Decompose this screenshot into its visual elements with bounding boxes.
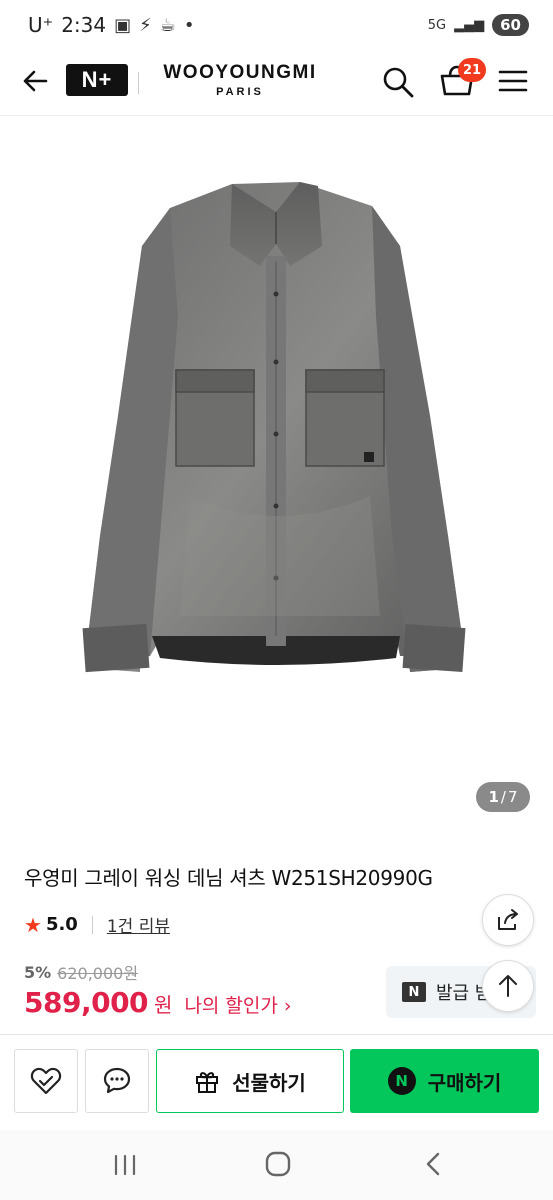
gift-icon	[196, 1072, 219, 1093]
star-icon: ★	[24, 912, 42, 937]
sale-price: 589,000	[24, 986, 149, 1019]
currency-label: 원	[154, 993, 173, 1017]
image-counter-current: 1	[488, 788, 499, 806]
header-divider	[138, 72, 139, 94]
talk-button[interactable]	[85, 1049, 149, 1113]
hamburger-menu-icon	[498, 70, 528, 92]
menu-button[interactable]	[496, 66, 530, 96]
flash-icon: ⚡	[139, 14, 152, 36]
buy-label: 구매하기	[427, 1070, 502, 1095]
share-icon	[498, 909, 518, 930]
signal-icon: ▂▄▆	[454, 17, 485, 33]
image-counter: 1 / 7	[476, 782, 530, 812]
product-image-gallery[interactable]	[0, 116, 553, 836]
clock: 2:34	[61, 13, 107, 37]
back-button[interactable]	[18, 64, 52, 98]
gift-label: 선물하기	[232, 1070, 306, 1095]
discount-row: 5% 620,000원	[24, 960, 138, 984]
image-counter-separator: /	[500, 788, 506, 806]
gift-button[interactable]: 선물하기	[156, 1049, 344, 1113]
heart-check-icon	[30, 1067, 62, 1095]
purchase-action-bar: 선물하기 N 구매하기	[0, 1034, 553, 1130]
original-price: 620,000원	[57, 964, 139, 983]
brand-sub: PARIS	[216, 86, 264, 98]
status-right: 5G ▂▄▆ 60	[428, 14, 529, 36]
nplus-logo[interactable]: N+	[66, 64, 128, 96]
buy-button[interactable]: N 구매하기	[350, 1049, 539, 1113]
system-back-icon	[426, 1152, 440, 1176]
share-button[interactable]	[482, 894, 534, 946]
coupon-n-badge: N	[402, 982, 426, 1002]
recent-apps-button[interactable]	[112, 1152, 138, 1178]
home-button[interactable]	[264, 1150, 292, 1178]
scroll-top-button[interactable]	[482, 960, 534, 1012]
discount-rate: 5%	[24, 962, 52, 982]
brand-logo[interactable]: WOOYOUNGMI PARIS	[158, 62, 322, 98]
wishlist-button[interactable]	[14, 1049, 78, 1113]
arrow-up-icon	[499, 975, 517, 997]
battery-indicator: 60	[492, 14, 529, 36]
recent-apps-icon	[114, 1154, 136, 1176]
coffee-icon: ☕	[159, 14, 176, 36]
status-left: U⁺ 2:34 ▣ ⚡ ☕ •	[28, 13, 195, 37]
system-back-button[interactable]	[420, 1150, 446, 1178]
carrier-label: U⁺	[28, 13, 54, 37]
product-image	[82, 182, 466, 673]
rating-value: 5.0	[45, 914, 78, 935]
my-discount-link[interactable]: 나의 할인가 ›	[184, 991, 291, 1018]
search-button[interactable]	[380, 64, 416, 100]
screenshot-icon: ▣	[114, 14, 132, 36]
system-nav-bar	[0, 1130, 553, 1200]
rating-divider	[91, 915, 93, 934]
naver-pay-badge: N	[387, 1067, 416, 1095]
price-row: 589,000 원 나의 할인가 ›	[24, 986, 292, 1019]
home-icon	[265, 1151, 291, 1177]
search-icon	[383, 67, 414, 98]
product-title: 우영미 그레이 워싱 데님 셔츠 W251SH20990G	[24, 866, 433, 890]
rating-row: ★ 5.0 1건 리뷰	[24, 912, 170, 938]
image-counter-total: 7	[507, 788, 518, 806]
network-label: 5G	[427, 17, 447, 33]
cart-count-badge: 21	[458, 58, 487, 82]
review-link[interactable]: 1건 리뷰	[107, 912, 170, 937]
dot-icon: •	[183, 14, 195, 36]
back-arrow-icon	[23, 70, 48, 92]
status-bar: U⁺ 2:34 ▣ ⚡ ☕ • 5G ▂▄▆ 60	[0, 0, 553, 50]
chat-bubble-icon	[103, 1067, 131, 1094]
app-header: N+ WOOYOUNGMI PARIS 21	[0, 50, 553, 116]
brand-name: WOOYOUNGMI	[163, 62, 317, 83]
